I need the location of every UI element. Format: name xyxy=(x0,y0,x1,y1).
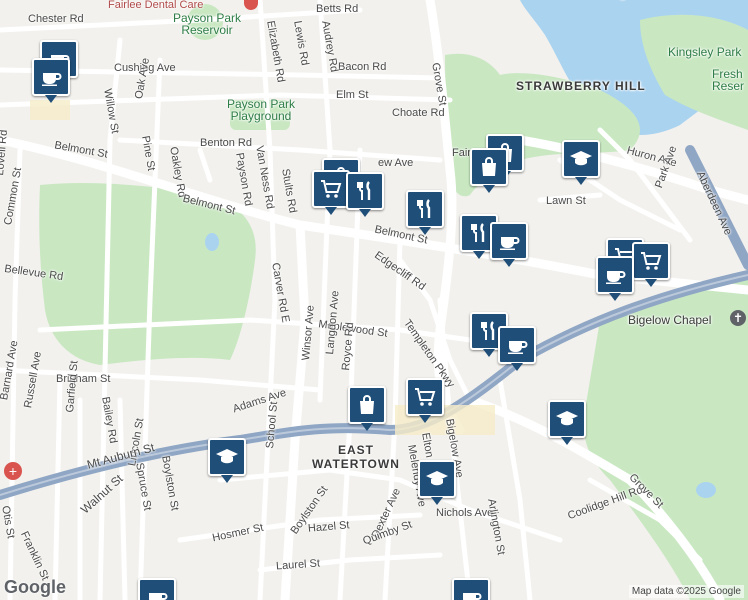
street-chester: Chester Rd xyxy=(28,13,84,25)
coffee-icon xyxy=(606,271,626,284)
hospital-icon[interactable]: + xyxy=(4,462,22,480)
shopping-bag-icon xyxy=(482,157,496,176)
restaurant-icon xyxy=(357,181,371,200)
street-lawn: Lawn St xyxy=(546,195,586,207)
area-east-watertown-1: EAST xyxy=(338,443,375,457)
park-kingsley-label: Kingsley Park xyxy=(668,45,742,59)
pin-shop-4[interactable] xyxy=(348,386,386,431)
google-logo[interactable]: Google xyxy=(4,577,66,598)
street-choate: Choate Rd xyxy=(392,107,445,119)
graduation-cap-icon xyxy=(556,411,578,426)
pin-school-3[interactable] xyxy=(548,400,586,445)
coffee-icon xyxy=(500,237,520,250)
pin-cart-3[interactable] xyxy=(632,242,670,287)
pin-restaurant-2[interactable] xyxy=(406,190,444,235)
shopping-cart-icon xyxy=(641,252,662,270)
shopping-cart-icon xyxy=(415,388,436,406)
pin-cart-4[interactable] xyxy=(406,378,444,423)
park-payson-reservoir-label: Payson Park Reservoir xyxy=(172,11,242,37)
coffee-icon xyxy=(508,341,528,354)
pin-coffee-3[interactable] xyxy=(490,222,528,267)
area-strawberry-hill: STRAWBERRY HILL xyxy=(516,79,646,93)
street-benton: Benton Rd xyxy=(200,137,252,149)
street-brigham: Brigham St xyxy=(56,373,111,385)
street-betts: Betts Rd xyxy=(316,3,359,15)
restaurant-icon xyxy=(471,223,485,242)
pin-coffee-7[interactable] xyxy=(452,578,490,600)
coffee-icon xyxy=(463,593,482,600)
chapel-icon[interactable]: ✝ xyxy=(730,310,746,326)
pin-school-2[interactable] xyxy=(208,438,246,483)
shopping-cart-icon xyxy=(321,180,342,198)
street-ew-ave: ew Ave xyxy=(378,157,414,169)
graduation-cap-icon xyxy=(216,449,238,464)
street-fair: Fair xyxy=(452,147,471,159)
street-bacon: Bacon Rd xyxy=(338,61,387,73)
pin-coffee-4[interactable] xyxy=(596,256,634,301)
street-nichols: Nichols Ave xyxy=(436,507,494,519)
restaurant-icon xyxy=(417,199,431,218)
map-attribution[interactable]: Map data ©2025 Google xyxy=(628,585,744,598)
map-canvas[interactable]: Fairlee Dental Care Chester Rd Betts Rd … xyxy=(0,0,748,600)
pin-coffee-6[interactable] xyxy=(138,578,176,600)
shopping-bag-icon xyxy=(360,395,374,414)
coffee-icon xyxy=(42,73,62,86)
pin-school-1[interactable] xyxy=(562,140,600,185)
pin-shop-3[interactable] xyxy=(470,148,508,193)
park-payson-playground-label: Payson Park Playground xyxy=(226,97,296,123)
poi-dental-label[interactable]: Fairlee Dental Care xyxy=(108,0,203,11)
park-fresh-label: Fresh Reser xyxy=(712,67,745,93)
coffee-icon xyxy=(149,593,168,600)
street-elm: Elm St xyxy=(336,89,369,101)
pin-school-4[interactable] xyxy=(418,460,456,505)
pin-coffee-5[interactable] xyxy=(498,326,536,371)
pin-coffee-2[interactable] xyxy=(32,58,70,103)
pin-cart-1[interactable] xyxy=(312,170,350,215)
poi-bigelow-chapel-label[interactable]: Bigelow Chapel xyxy=(628,314,711,326)
graduation-cap-icon xyxy=(426,471,448,486)
graduation-cap-icon xyxy=(570,151,592,166)
pin-restaurant-1[interactable] xyxy=(346,172,384,217)
area-east-watertown-2: WATERTOWN xyxy=(312,457,400,471)
